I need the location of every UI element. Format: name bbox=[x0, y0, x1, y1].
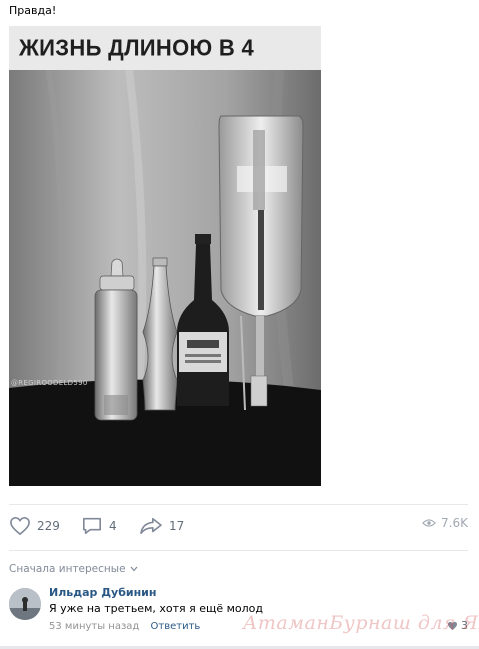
meme-title: ЖИЗНЬ ДЛИНОЮ В 4 СОСУДА bbox=[9, 26, 321, 107]
actions-divider-bottom bbox=[9, 550, 468, 551]
baby-bottle bbox=[94, 258, 138, 421]
site-watermark: АтаманБурнаш для ЯП bbox=[243, 612, 479, 634]
chevron-down-icon bbox=[130, 566, 137, 572]
heart-icon bbox=[10, 516, 30, 536]
like-button[interactable]: 229 bbox=[9, 516, 60, 536]
comment-text: Я уже на третьем, хотя я ещё молод bbox=[49, 602, 264, 615]
sort-label: Сначала интересные bbox=[9, 563, 126, 575]
eye-icon bbox=[422, 519, 436, 527]
post-image[interactable]: ЖИЗНЬ ДЛИНОЮ В 4 СОСУДА bbox=[9, 26, 321, 486]
comment-time[interactable]: 53 минуты назад bbox=[49, 621, 139, 632]
photo-four-vessels bbox=[9, 70, 321, 486]
post-actions: 229 4 17 7.6K bbox=[9, 516, 468, 536]
share-icon bbox=[140, 517, 162, 535]
avatar-image bbox=[9, 588, 41, 620]
avatar[interactable] bbox=[9, 588, 41, 620]
comment-button[interactable]: 4 bbox=[81, 516, 117, 536]
views-count: 7.6K bbox=[441, 516, 468, 530]
actions-divider-top bbox=[9, 504, 468, 505]
comment-icon bbox=[83, 517, 101, 535]
comment-meta: 53 минуты назад Ответить bbox=[49, 621, 200, 632]
share-count: 17 bbox=[169, 519, 185, 533]
reply-button[interactable]: Ответить bbox=[151, 621, 201, 632]
post-text: Правда! bbox=[9, 4, 57, 17]
image-watermark: @REGIROODELD590 bbox=[11, 379, 88, 387]
views-counter: 7.6K bbox=[422, 516, 468, 530]
like-count: 229 bbox=[37, 519, 60, 533]
comment-author[interactable]: Ильдар Дубинин bbox=[49, 586, 157, 599]
comment-count: 4 bbox=[109, 519, 117, 533]
comments-sort-dropdown[interactable]: Сначала интересные bbox=[9, 563, 138, 575]
share-button[interactable]: 17 bbox=[139, 516, 184, 536]
